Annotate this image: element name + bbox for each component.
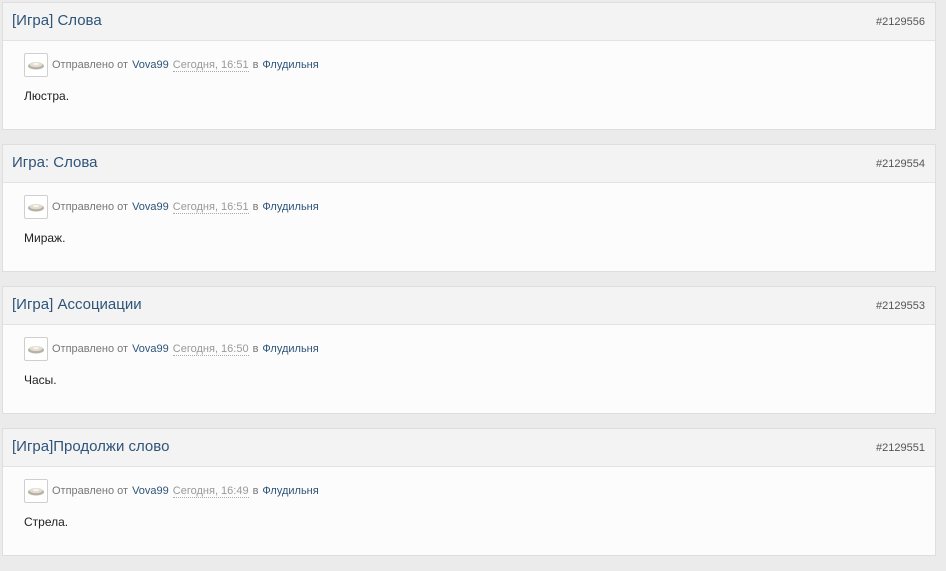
post-header: [Игра] Слова #2129556 — [3, 3, 935, 41]
post-card: [Игра] Слова #2129556 Отправлено от Vova… — [2, 2, 936, 130]
avatar[interactable] — [24, 337, 48, 361]
post-body: Отправлено от Vova99 Сегодня, 16:49 в Фл… — [3, 467, 935, 556]
post-header: [Игра]Продолжи слово #2129551 — [3, 429, 935, 467]
avatar[interactable] — [24, 479, 48, 503]
post-meta: Отправлено от Vova99 Сегодня, 16:51 в Фл… — [24, 194, 323, 220]
post-date: Сегодня, 16:49 — [172, 484, 249, 498]
post-body: Отправлено от Vova99 Сегодня, 16:51 в Фл… — [3, 41, 935, 130]
sent-by-label: Отправлено от — [52, 343, 129, 355]
in-label: в — [252, 485, 259, 497]
sent-by-label: Отправлено от — [52, 485, 129, 497]
forum-link[interactable]: Флудильня — [262, 201, 318, 213]
author-link[interactable]: Vova99 — [132, 59, 169, 71]
sent-by-label: Отправлено от — [52, 59, 129, 71]
post-title-link[interactable]: [Игра] Ассоциации — [12, 296, 142, 314]
post-card: Игра: Слова #2129554 Отправлено от Vova9… — [2, 144, 936, 272]
author-link[interactable]: Vova99 — [132, 343, 169, 355]
sent-by-label: Отправлено от — [52, 201, 129, 213]
avatar-image-icon — [28, 61, 44, 70]
post-id-link[interactable]: #2129553 — [876, 299, 925, 313]
post-meta: Отправлено от Vova99 Сегодня, 16:49 в Фл… — [24, 478, 323, 504]
post-title-link[interactable]: [Игра]Продолжи слово — [12, 438, 169, 456]
author-link[interactable]: Vova99 — [132, 485, 169, 497]
post-date: Сегодня, 16:51 — [172, 58, 249, 72]
post-text: Часы. — [24, 373, 57, 387]
author-link[interactable]: Vova99 — [132, 201, 169, 213]
avatar-image-icon — [28, 345, 44, 354]
post-id-link[interactable]: #2129556 — [876, 15, 925, 29]
avatar[interactable] — [24, 195, 48, 219]
search-results-page: [Игра] Слова #2129556 Отправлено от Vova… — [0, 0, 946, 571]
post-text: Стрела. — [24, 515, 69, 529]
post-body: Отправлено от Vova99 Сегодня, 16:50 в Фл… — [3, 325, 935, 414]
post-card: [Игра]Продолжи слово #2129551 Отправлено… — [2, 428, 936, 556]
post-title-link[interactable]: Игра: Слова — [12, 154, 98, 172]
post-date: Сегодня, 16:50 — [172, 342, 249, 356]
post-date: Сегодня, 16:51 — [172, 200, 249, 214]
in-label: в — [252, 201, 259, 213]
post-body: Отправлено от Vova99 Сегодня, 16:51 в Фл… — [3, 183, 935, 272]
post-id-link[interactable]: #2129551 — [876, 441, 925, 455]
post-card: [Игра] Ассоциации #2129553 Отправлено от… — [2, 286, 936, 414]
avatar-image-icon — [28, 203, 44, 212]
post-title-link[interactable]: [Игра] Слова — [12, 12, 102, 30]
post-text: Мираж. — [24, 231, 66, 245]
post-id-link[interactable]: #2129554 — [876, 157, 925, 171]
avatar-image-icon — [28, 487, 44, 496]
post-header: Игра: Слова #2129554 — [3, 145, 935, 183]
forum-link[interactable]: Флудильня — [262, 59, 318, 71]
post-meta: Отправлено от Vova99 Сегодня, 16:51 в Фл… — [24, 52, 323, 78]
forum-link[interactable]: Флудильня — [262, 485, 318, 497]
avatar[interactable] — [24, 53, 48, 77]
post-meta: Отправлено от Vova99 Сегодня, 16:50 в Фл… — [24, 336, 323, 362]
forum-link[interactable]: Флудильня — [262, 343, 318, 355]
in-label: в — [252, 343, 259, 355]
post-header: [Игра] Ассоциации #2129553 — [3, 287, 935, 325]
in-label: в — [252, 59, 259, 71]
post-text: Люстра. — [24, 89, 70, 103]
